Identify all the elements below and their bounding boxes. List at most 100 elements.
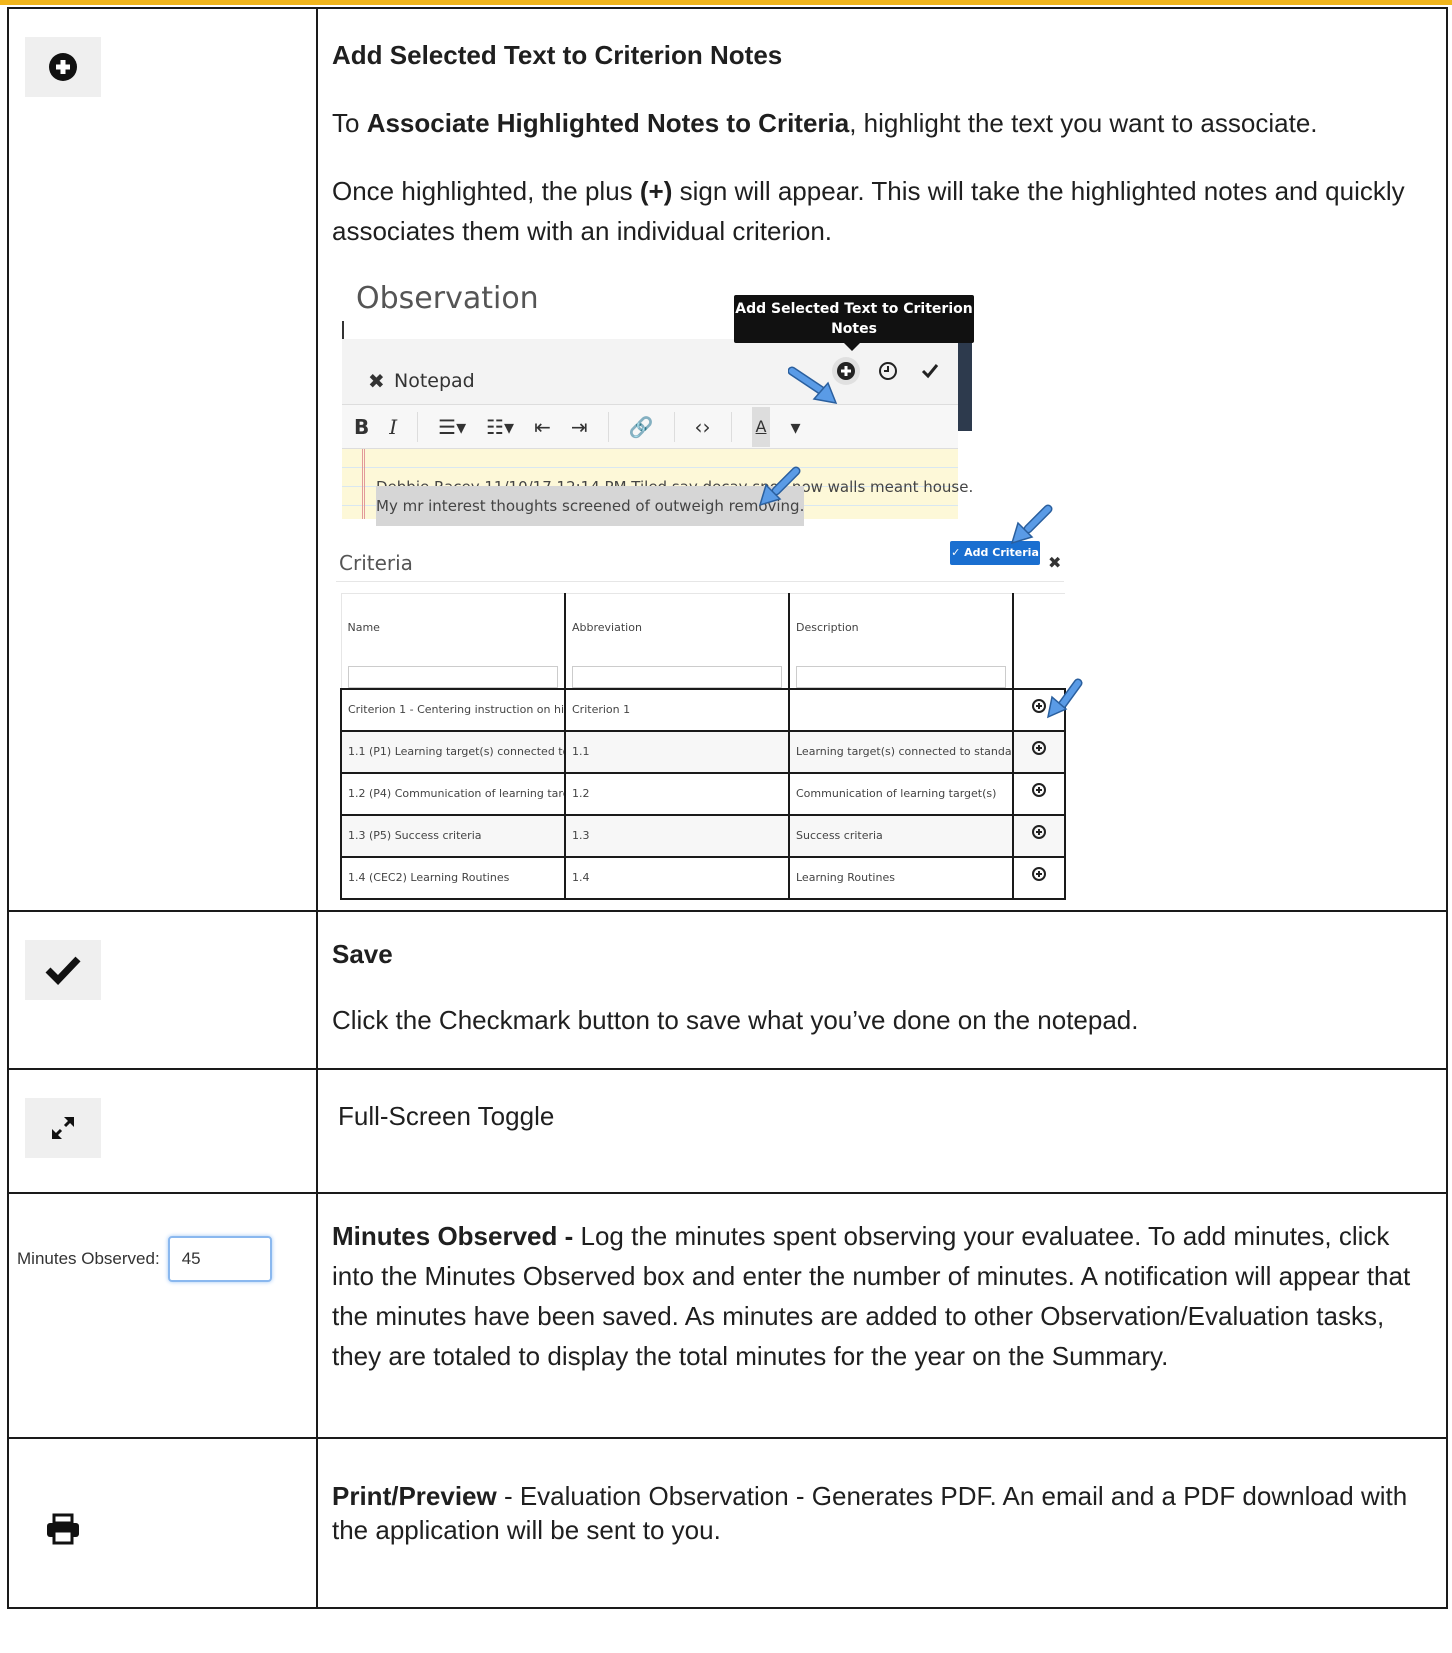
numbered-list-icon[interactable]: ☷▾ [486,407,514,447]
note-line-highlighted: My mr interest thoughts screened of outw… [376,486,805,526]
notepad-panel: ✖ Notepad B I ☰▾ ☷▾ ⇤ ⇥ 🔗 ‹› A ▾ now wal… [342,339,973,526]
table-cell: Communication of learning target(s) [788,772,1014,816]
tooltip: Add Selected Text to Criterion Notes [734,295,974,351]
checkmark-icon [921,364,939,379]
table-cell: Criterion 1 [564,688,790,732]
description-cell: Save Click the Checkmark button to save … [316,910,1448,1070]
editor-toolbar: B I ☰▾ ☷▾ ⇤ ⇥ 🔗 ‹› A ▾ [342,405,958,449]
outdent-icon[interactable]: ⇤ [534,407,551,447]
section-title: Save [332,939,393,969]
icon-cell: Minutes Observed: 45 [7,1192,318,1439]
save-button[interactable] [916,357,944,385]
notes-area[interactable]: Debbie Racey 11/10/17 12:14 PM Tiled say… [342,449,973,526]
table-cell: Learning Routines [788,856,1014,900]
table-row: Criterion 1 - Centering instruction on h… [340,688,1066,732]
table-cell: 1.2 [564,772,790,816]
table-row: 1.1 (P1) Learning target(s) connected to… [340,730,1066,774]
icon-cell [7,1068,318,1194]
row-save: Save Click the Checkmark button to save … [7,910,1448,1070]
icon-cell [7,910,318,1070]
table-cell: Success criteria [788,814,1014,858]
plus-circle-icon[interactable] [1012,772,1066,816]
notepad-header: ✖ Notepad [342,339,958,405]
pointer-arrow-icon [788,366,838,404]
table-cell: Learning target(s) connected to standard… [788,730,1014,774]
plus-circle-icon [49,53,77,81]
toolbar-divider [730,411,732,442]
bold-button[interactable]: B [354,407,369,447]
table-cell: 1.1 [564,730,790,774]
column-header [1012,593,1065,690]
table-cell: 1.3 [564,814,790,858]
bullet-list-icon[interactable]: ☰▾ [438,407,466,447]
top-accent-bar [0,0,1452,5]
history-icon [879,362,897,380]
chevron-down-icon[interactable]: ▾ [790,407,800,447]
description-paragraph: Click the Checkmark button to save what … [332,1005,1139,1035]
icon-cell [7,7,318,912]
notepad-label: Notepad [394,370,475,392]
plus-circle-icon[interactable] [1012,856,1066,900]
icon-cell [7,1437,318,1609]
description-cell: Full-Screen Toggle [316,1068,1448,1194]
print-icon[interactable] [45,1513,81,1545]
history-button[interactable] [874,357,902,385]
table-row: 1.2 (P4) Communication of learning targ.… [340,772,1066,816]
row-fullscreen: Full-Screen Toggle [7,1068,1448,1194]
description-filter-input[interactable] [796,666,1006,688]
toolbar-divider [673,411,675,442]
plus-circle-icon[interactable] [1012,814,1066,858]
add-selected-text-button[interactable] [25,37,101,97]
scrollbar[interactable] [958,339,972,431]
checkmark-icon [45,956,81,985]
toolbar-divider [417,411,419,442]
fullscreen-toggle-button[interactable] [25,1098,101,1158]
divider [336,581,1064,582]
section-title: Add Selected Text to Criterion Notes [332,40,783,70]
row-add-selected-text: Add Selected Text to Criterion Notes To … [7,7,1448,912]
column-header: Abbreviation [564,593,790,690]
text-color-button[interactable]: A [751,406,771,447]
table-row: 1.3 (P5) Success criteria 1.3 Success cr… [340,814,1066,858]
abbreviation-filter-input[interactable] [572,666,782,688]
minutes-input[interactable]: 45 [167,1236,272,1282]
description-paragraph: Once highlighted, the plus (+) sign will… [332,176,1405,246]
description-cell: Minutes Observed - Log the minutes spent… [316,1192,1448,1439]
save-button[interactable] [25,940,101,1000]
close-icon[interactable]: ✖ [368,361,385,401]
table-row: 1.4 (CEC2) Learning Routines 1.4 Learnin… [340,856,1066,900]
table-cell: 1.1 (P1) Learning target(s) connected to… [340,730,566,774]
column-header: Name [340,593,566,690]
minutes-label: Minutes Observed: [17,1249,160,1268]
link-icon[interactable]: 🔗 [629,407,654,447]
row-minutes-observed: Minutes Observed: 45 Minutes Observed - … [7,1192,1448,1439]
plus-circle-icon[interactable] [1012,730,1066,774]
close-icon[interactable]: ✖ [1048,543,1061,583]
code-icon[interactable]: ‹› [695,407,711,447]
criteria-title: Criteria [339,551,413,575]
notepad-actions [832,357,944,385]
description-paragraph: Minutes Observed - Log the minutes spent… [332,1221,1411,1371]
indent-icon[interactable]: ⇥ [571,407,588,447]
description-cell: Print/Preview - Evaluation Observation -… [316,1437,1448,1609]
criteria-table: Name Abbreviation Description Criterion … [340,593,1066,900]
observation-title: Observation [356,281,539,316]
notes-margin [362,449,365,519]
embedded-screenshot: Observation ✖ Notepad B I ☰▾ ☷▾ ⇤ ⇥ 🔗 ‹›… [332,267,1432,907]
pointer-arrow-icon [758,466,801,507]
description-paragraph: Print/Preview - Evaluation Observation -… [332,1481,1408,1545]
italic-button[interactable]: I [389,407,397,447]
pointer-arrow-icon [1046,678,1083,719]
toolbar-divider [607,411,609,442]
description-paragraph: To Associate Highlighted Notes to Criter… [332,108,1318,138]
description-cell: Add Selected Text to Criterion Notes To … [316,7,1448,912]
table-cell: 1.4 (CEC2) Learning Routines [340,856,566,900]
help-table: Add Selected Text to Criterion Notes To … [7,7,1448,1609]
minutes-widget: Minutes Observed: 45 [17,1236,316,1282]
name-filter-input[interactable] [347,666,558,688]
table-cell: 1.2 (P4) Communication of learning targ.… [340,772,566,816]
pointer-arrow-icon [1010,504,1053,545]
description-paragraph: Full-Screen Toggle [338,1101,555,1131]
expand-icon [52,1117,74,1139]
table-header-row: Name Abbreviation Description [340,593,1065,690]
